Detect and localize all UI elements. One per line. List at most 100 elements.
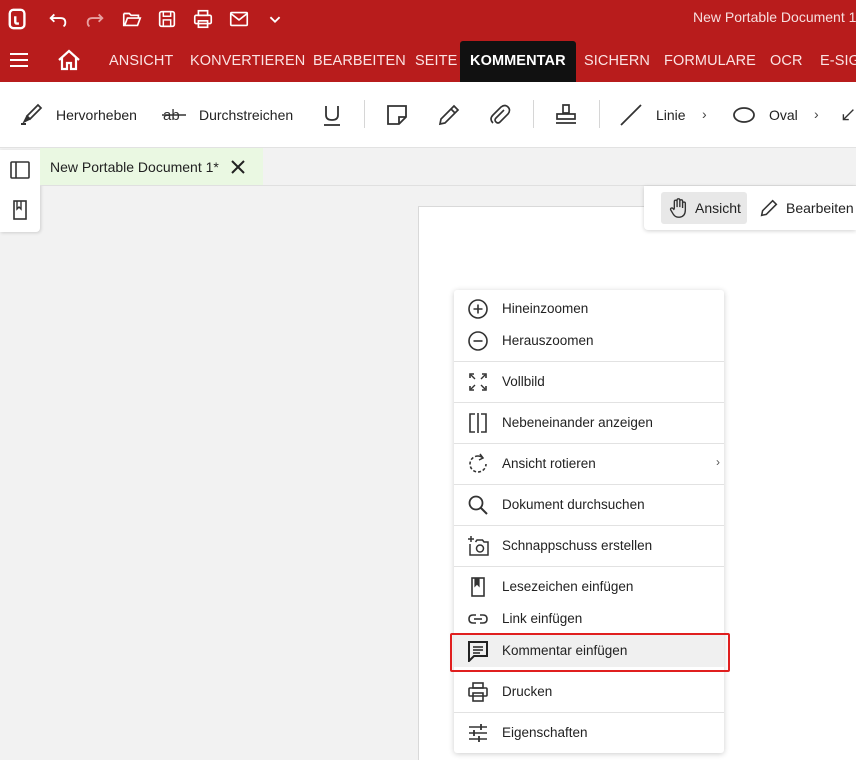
redo-icon[interactable]: [81, 5, 109, 33]
sticky-note-icon: [387, 105, 407, 125]
menu-item-insert-bookmark[interactable]: Lesezeichen einfügen: [454, 571, 724, 603]
oval-tool[interactable]: Oval: [731, 82, 798, 148]
menu-separator: [454, 361, 724, 362]
zoom-in-icon: [468, 299, 488, 319]
arrow-tool[interactable]: [838, 82, 856, 148]
line-tool[interactable]: Linie: [618, 82, 686, 148]
document-tab[interactable]: New Portable Document 1*: [40, 148, 263, 185]
strikethrough-tool[interactable]: ab Durchstreichen: [161, 82, 293, 148]
menu-item-insert-link[interactable]: Link einfügen: [454, 603, 724, 635]
menu-item-rotate-view[interactable]: Ansicht rotieren ›: [454, 448, 724, 480]
menu-item-search-document[interactable]: Dokument durchsuchen: [454, 489, 724, 521]
search-icon: [468, 495, 488, 515]
menu-item-zoom-out[interactable]: Herauszoomen: [454, 325, 724, 357]
snapshot-icon: [468, 536, 489, 556]
mail-icon[interactable]: [225, 5, 253, 33]
pencil-tool[interactable]: [436, 82, 462, 148]
menu-separator: [454, 443, 724, 444]
sticky-note-tool[interactable]: [384, 82, 410, 148]
toolbar-separator: [364, 100, 365, 128]
tab-formulare[interactable]: FORMULARE: [664, 38, 756, 82]
menu-item-print[interactable]: Drucken: [454, 676, 724, 708]
bookmark-icon: [471, 577, 485, 597]
app-logo-icon[interactable]: [4, 5, 32, 33]
mode-switcher: Ansicht Bearbeiten: [644, 186, 856, 230]
submenu-chevron-icon: ›: [716, 455, 720, 469]
document-tab-label: New Portable Document 1*: [50, 158, 219, 175]
menu-separator: [454, 525, 724, 526]
oval-label: Oval: [769, 107, 798, 123]
pencil-icon: [760, 199, 778, 217]
pencil-icon: [438, 104, 460, 126]
tab-konvertieren[interactable]: KONVERTIEREN: [190, 38, 305, 82]
menu-item-snapshot[interactable]: Schnappschuss erstellen: [454, 530, 724, 562]
menu-item-label: Ansicht rotieren: [502, 456, 596, 471]
tab-ansicht[interactable]: ANSICHT: [109, 38, 173, 82]
menu-separator: [454, 402, 724, 403]
rotate-icon: [469, 453, 487, 473]
stamp-icon: [556, 104, 576, 124]
side-by-side-icon: [469, 413, 487, 433]
strikethrough-label: Durchstreichen: [199, 107, 294, 123]
comment-toolbar: Hervorheben ab Durchstreichen Linie › Ov…: [0, 82, 856, 148]
menu-item-label: Schnappschuss erstellen: [502, 538, 653, 553]
line-chevron-icon[interactable]: ›: [702, 106, 707, 122]
edit-mode-button[interactable]: Bearbeiten: [752, 192, 856, 224]
sidebar-toggle-icon[interactable]: [8, 158, 32, 182]
attachment-tool[interactable]: [487, 82, 513, 148]
fullscreen-icon: [469, 373, 487, 391]
tab-sichern[interactable]: SICHERN: [584, 38, 650, 82]
hand-icon: [669, 198, 687, 218]
undo-icon[interactable]: [44, 5, 72, 33]
menu-item-label: Lesezeichen einfügen: [502, 579, 634, 594]
view-mode-button[interactable]: Ansicht: [661, 192, 747, 224]
open-folder-icon[interactable]: [118, 5, 146, 33]
underline-tool[interactable]: [319, 82, 345, 148]
menu-item-label: Herauszoomen: [502, 333, 594, 348]
close-icon[interactable]: [228, 157, 248, 177]
bookmarks-panel-icon[interactable]: [8, 198, 32, 222]
tab-ocr[interactable]: OCR: [770, 38, 803, 82]
quick-access-dropdown-icon[interactable]: [261, 5, 289, 33]
print-icon: [468, 682, 488, 702]
ribbon-tabs: ANSICHT KONVERTIEREN BEARBEITEN SEITE KO…: [0, 38, 856, 82]
menu-item-label: Drucken: [502, 684, 553, 699]
strikethrough-icon: ab: [162, 107, 186, 124]
oval-chevron-icon[interactable]: ›: [814, 106, 819, 122]
menu-item-side-by-side[interactable]: Nebeneinander anzeigen: [454, 407, 724, 439]
context-menu: Hineinzoomen Herauszoomen Vollbild Neben…: [454, 290, 724, 753]
toolbar-separator: [599, 100, 600, 128]
oval-icon: [733, 107, 755, 123]
paperclip-icon: [490, 104, 511, 124]
menu-item-label: Dokument durchsuchen: [502, 497, 645, 512]
highlight-tool[interactable]: Hervorheben: [18, 82, 137, 148]
tab-kommentar[interactable]: KOMMENTAR: [460, 41, 576, 82]
menu-icon[interactable]: [8, 50, 30, 70]
title-bar: New Portable Document 1: [0, 0, 856, 38]
menu-item-label: Eigenschaften: [502, 725, 588, 740]
edit-mode-label: Bearbeiten: [786, 200, 854, 216]
stamp-tool[interactable]: [553, 82, 579, 148]
view-mode-label: Ansicht: [695, 200, 741, 216]
menu-item-properties[interactable]: Eigenschaften: [454, 717, 724, 749]
menu-item-label: Nebeneinander anzeigen: [502, 415, 653, 430]
menu-separator: [454, 484, 724, 485]
line-label: Linie: [656, 107, 686, 123]
print-icon[interactable]: [189, 5, 217, 33]
menu-item-label: Hineinzoomen: [502, 301, 589, 316]
home-icon[interactable]: [56, 48, 82, 72]
zoom-out-icon: [468, 331, 488, 351]
arrow-icon: [842, 109, 854, 121]
tab-bearbeiten[interactable]: BEARBEITEN: [313, 38, 406, 82]
link-icon: [468, 614, 488, 624]
tab-seite[interactable]: SEITE: [415, 38, 457, 82]
window-title: New Portable Document 1: [693, 9, 856, 25]
tab-e-sig[interactable]: E-SIG: [820, 38, 856, 82]
menu-separator: [454, 712, 724, 713]
save-icon[interactable]: [153, 5, 181, 33]
menu-item-zoom-in[interactable]: Hineinzoomen: [454, 293, 724, 325]
properties-icon: [469, 724, 487, 742]
menu-item-fullscreen[interactable]: Vollbild: [454, 366, 724, 398]
highlight-label: Hervorheben: [56, 107, 137, 123]
menu-item-label: Vollbild: [502, 374, 545, 389]
